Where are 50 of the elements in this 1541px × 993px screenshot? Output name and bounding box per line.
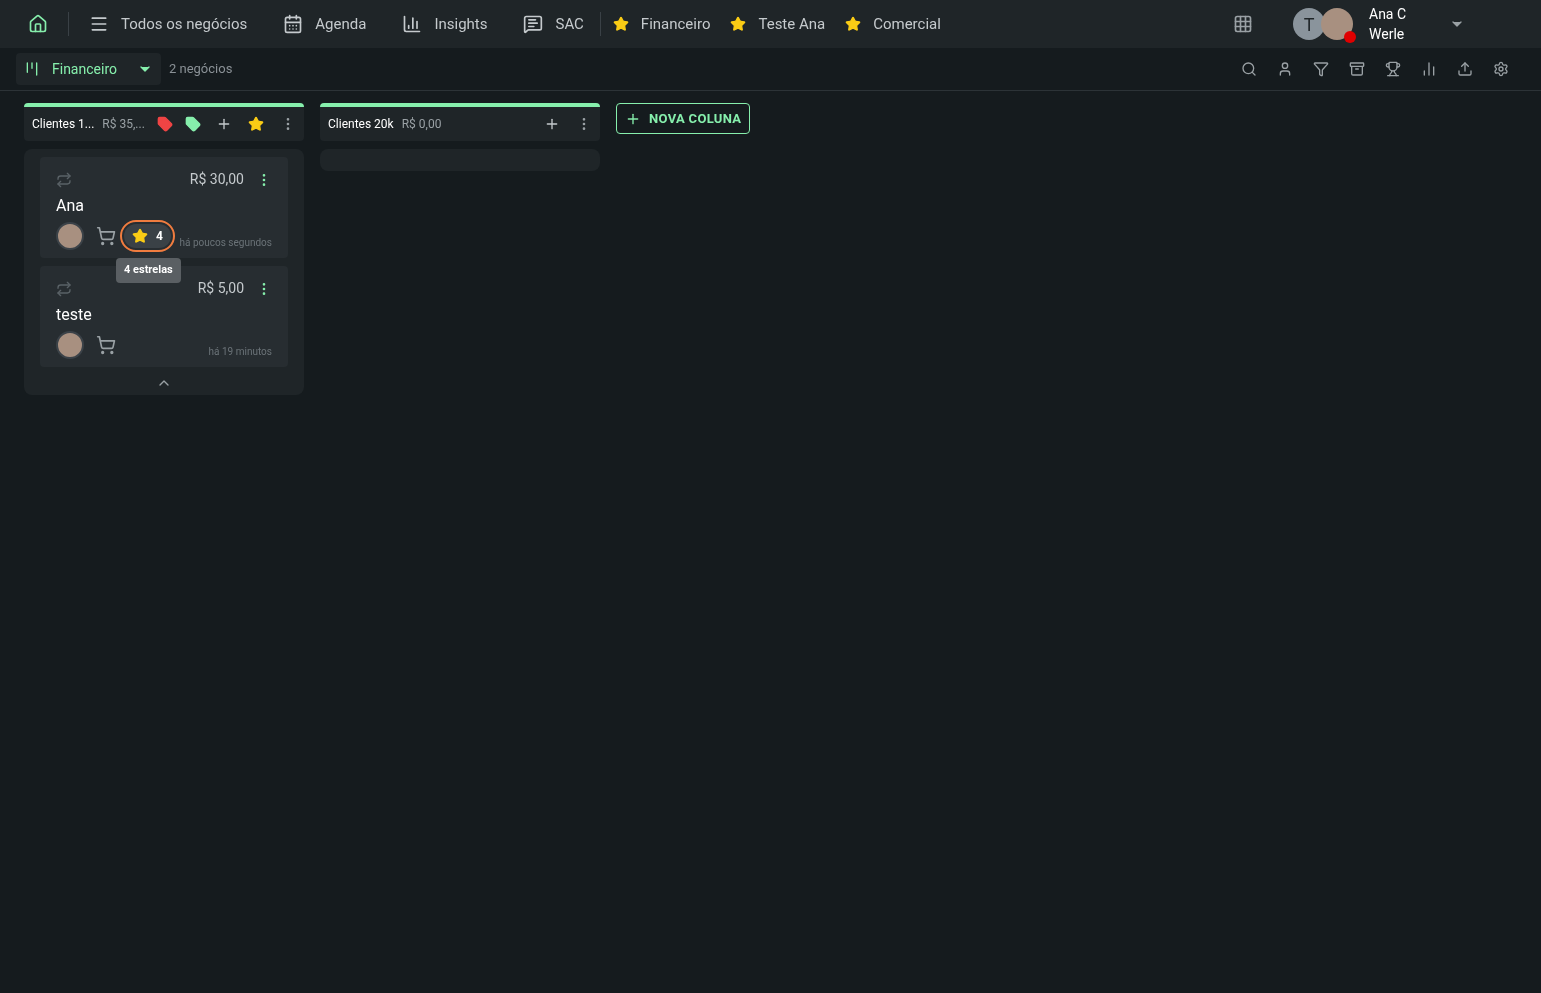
deal-name: Ana — [56, 195, 85, 217]
calendar-icon — [283, 14, 304, 34]
person-icon[interactable] — [1277, 61, 1293, 77]
nav-item[interactable]: SAC — [523, 12, 584, 36]
avatar-photo — [56, 331, 84, 359]
star-icon — [612, 16, 629, 32]
search-icon[interactable] — [1241, 61, 1257, 77]
star-icon — [132, 228, 148, 244]
pipeline-selector[interactable]: Financeiro — [16, 53, 161, 85]
add-icon[interactable] — [544, 116, 560, 132]
trophy-icon[interactable] — [1385, 61, 1401, 77]
user-surname: Werle — [1369, 25, 1406, 44]
column-total: R$ 0,00 — [401, 116, 442, 133]
star-icon — [845, 16, 862, 32]
column-total: R$ 35,... — [102, 116, 145, 133]
nav-item[interactable]: Todos os negócios — [89, 12, 248, 36]
add-icon[interactable] — [216, 116, 232, 132]
initial-avatar: T — [1293, 8, 1325, 40]
nav-item[interactable]: Insights — [402, 12, 488, 36]
home-icon[interactable] — [28, 14, 48, 34]
settings-icon[interactable] — [1493, 61, 1509, 77]
bar-chart-icon[interactable] — [1421, 61, 1437, 77]
menu-icon — [89, 14, 109, 34]
star-icon — [730, 16, 747, 32]
favorite-nav-item[interactable]: Teste Ana — [730, 12, 826, 36]
bar-chart-icon — [402, 14, 423, 34]
message-icon — [523, 14, 544, 34]
nav-item[interactable]: Agenda — [283, 12, 367, 36]
user-photo[interactable] — [1321, 8, 1353, 40]
filter-icon[interactable] — [1313, 61, 1329, 77]
board-icon — [24, 61, 40, 77]
cart-icon[interactable] — [96, 226, 116, 246]
archive-icon[interactable] — [1349, 61, 1365, 77]
cart-icon[interactable] — [96, 335, 116, 355]
deal-name: teste — [56, 304, 93, 326]
favorite-nav-item[interactable]: Financeiro — [612, 12, 711, 36]
user-name: Ana C — [1369, 5, 1408, 24]
new-column-button[interactable]: NOVA COLUNA — [616, 103, 751, 134]
upload-icon[interactable] — [1457, 61, 1473, 77]
favorite-nav-item[interactable]: Comercial — [845, 12, 941, 36]
time-ago: há poucos segundos — [179, 236, 272, 250]
column-title: Clientes 20k — [328, 116, 394, 133]
column-title: Clientes 1... — [32, 116, 95, 133]
tooltip: 4 estrelas — [116, 258, 181, 283]
star-icon[interactable] — [248, 116, 264, 132]
avatar-photo — [56, 222, 84, 250]
time-ago: há 19 minutos — [208, 345, 272, 359]
apps-grid-icon[interactable] — [1233, 14, 1253, 34]
deal-value: R$ 30,00 — [189, 170, 244, 189]
deal-count: 2 negócios — [168, 60, 233, 79]
